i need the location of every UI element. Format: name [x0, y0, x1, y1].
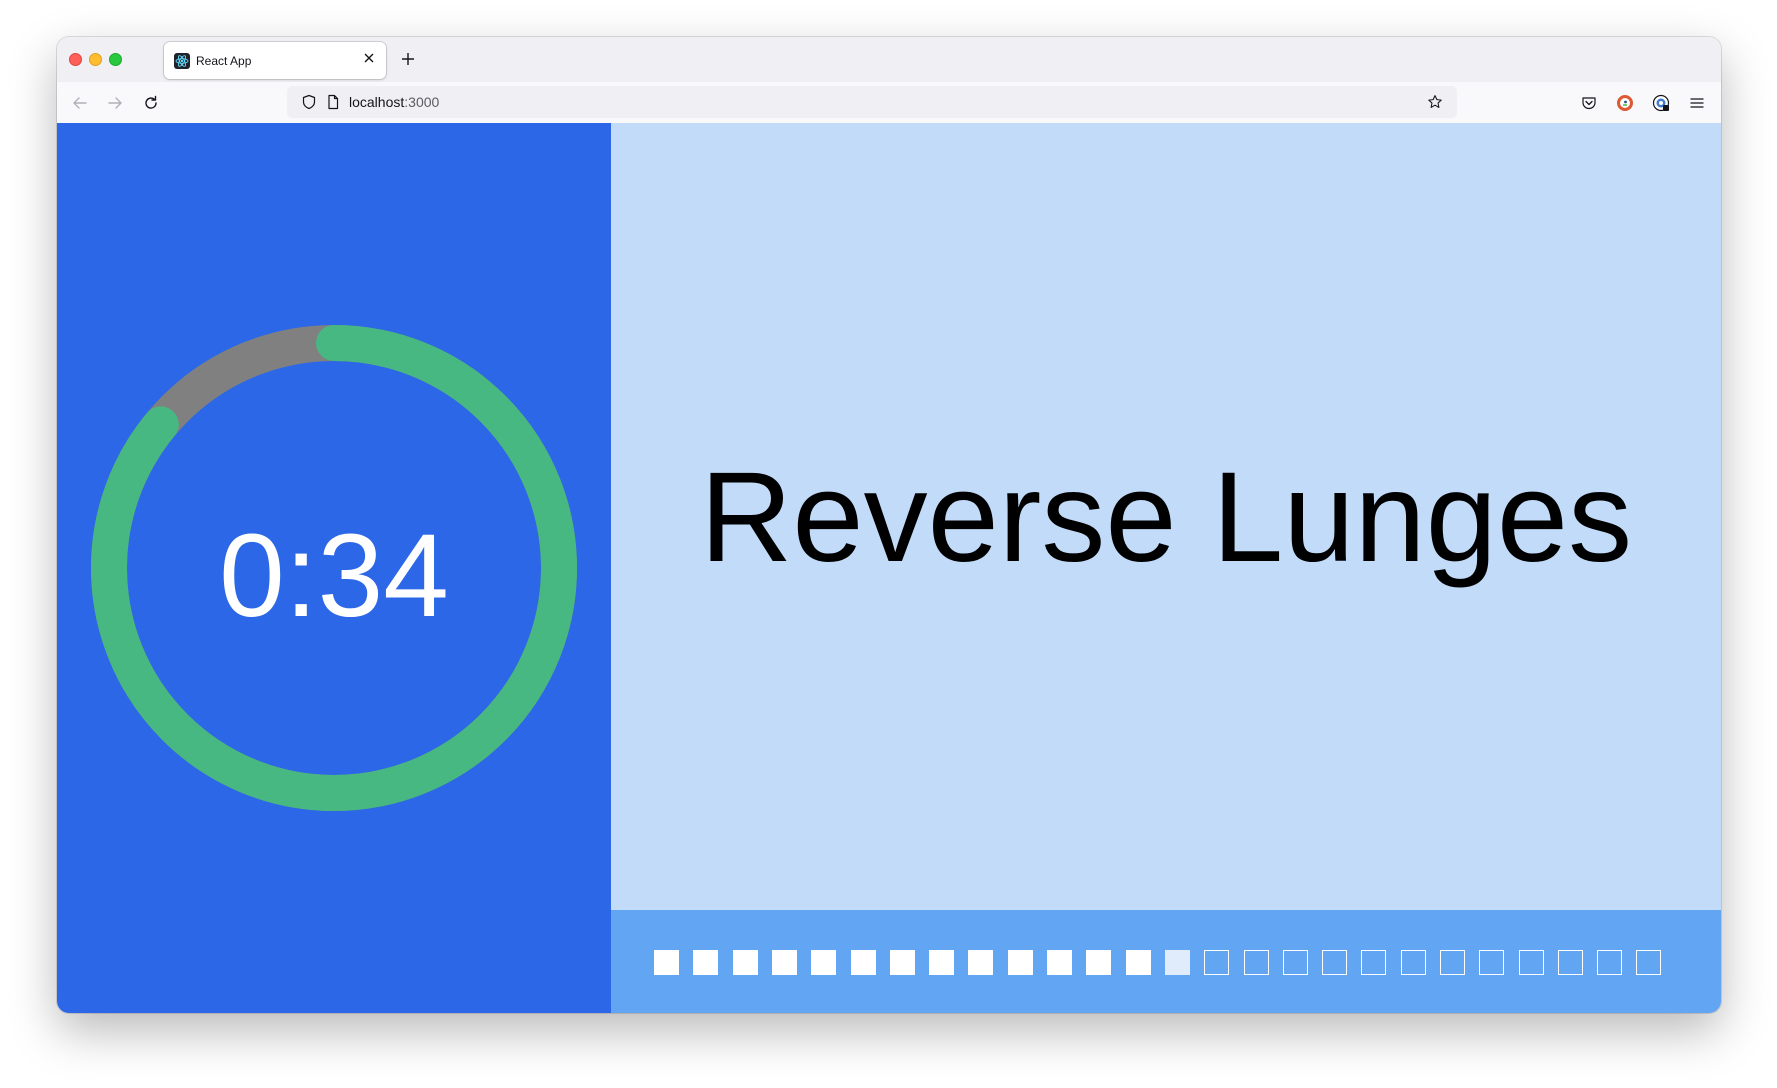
timer-display: 0:34 — [219, 510, 449, 642]
close-tab-icon[interactable] — [360, 51, 378, 69]
set-square — [811, 950, 836, 975]
url-port: :3000 — [404, 94, 440, 110]
tab-title: React App — [196, 54, 252, 68]
exercise-panel: Reverse Lunges — [611, 123, 1721, 910]
set-square — [1636, 950, 1661, 975]
timer-panel: 0:34 — [57, 123, 611, 1013]
tab-strip: React App — [57, 37, 1721, 82]
set-square — [1479, 950, 1504, 975]
set-square — [1519, 950, 1544, 975]
set-square — [1047, 950, 1072, 975]
url-bar[interactable]: localhost:3000 — [287, 86, 1457, 118]
extension-icon[interactable] — [1650, 92, 1672, 114]
set-square — [1361, 950, 1386, 975]
pocket-icon[interactable] — [1578, 92, 1600, 114]
set-progress-bar — [611, 910, 1721, 1013]
page-content: 0:34 Reverse Lunges — [57, 123, 1721, 1013]
reload-icon[interactable] — [138, 90, 164, 116]
set-square — [1126, 950, 1151, 975]
set-square — [1165, 950, 1190, 975]
set-square — [1558, 950, 1583, 975]
star-icon[interactable] — [1427, 94, 1443, 110]
set-square — [851, 950, 876, 975]
minimize-window-button[interactable] — [89, 53, 102, 66]
zoom-window-button[interactable] — [109, 53, 122, 66]
page-icon[interactable] — [325, 94, 341, 110]
menu-icon[interactable] — [1686, 92, 1708, 114]
close-window-button[interactable] — [69, 53, 82, 66]
set-square — [654, 950, 679, 975]
react-icon — [174, 53, 190, 69]
url-host: localhost — [349, 94, 405, 110]
set-square — [1597, 950, 1622, 975]
set-square — [1283, 950, 1308, 975]
navigation-toolbar: localhost:3000 — [57, 82, 1721, 124]
duckduckgo-icon[interactable] — [1614, 92, 1636, 114]
set-square — [1244, 950, 1269, 975]
set-square — [1086, 950, 1111, 975]
set-square — [693, 950, 718, 975]
forward-icon[interactable] — [102, 90, 128, 116]
set-square — [1322, 950, 1347, 975]
set-square — [733, 950, 758, 975]
browser-window: React App localhost:3000 0:34 Reverse Lu… — [57, 37, 1721, 1013]
set-square — [772, 950, 797, 975]
new-tab-button[interactable] — [396, 47, 420, 71]
back-icon[interactable] — [67, 90, 93, 116]
set-square — [1204, 950, 1229, 975]
shield-icon[interactable] — [301, 94, 317, 110]
exercise-name: Reverse Lunges — [699, 446, 1633, 589]
set-square — [890, 950, 915, 975]
set-square — [929, 950, 954, 975]
set-square — [968, 950, 993, 975]
set-square — [1008, 950, 1033, 975]
url-text[interactable]: localhost:3000 — [349, 94, 439, 110]
set-square — [1440, 950, 1465, 975]
tab-react-app[interactable]: React App — [164, 42, 386, 79]
set-square — [1401, 950, 1426, 975]
